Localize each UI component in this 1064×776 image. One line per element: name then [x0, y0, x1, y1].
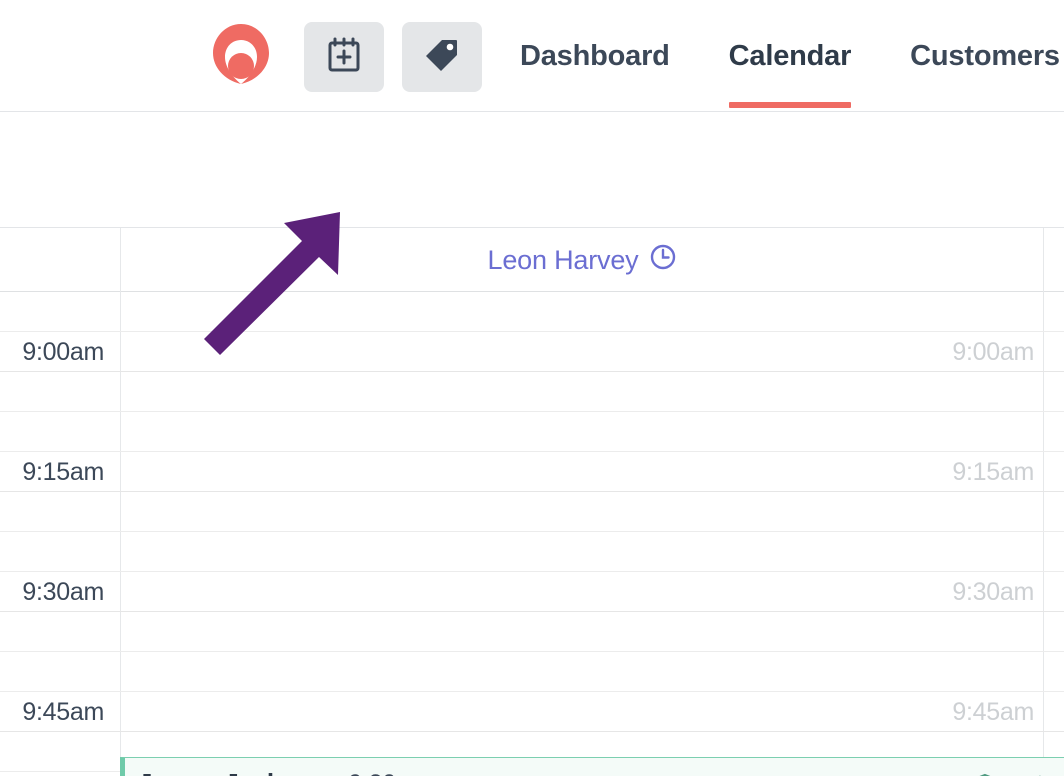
- quick-sale-button[interactable]: [402, 22, 482, 92]
- time-label-left: [0, 492, 104, 532]
- checkmark-icon[interactable]: [1010, 772, 1044, 776]
- time-label-right: [820, 652, 1034, 692]
- time-label-right: [820, 412, 1034, 452]
- new-appointment-icon: [327, 37, 361, 78]
- time-label-right: 9:00am: [952, 337, 1034, 366]
- time-label-left: [0, 292, 104, 332]
- time-slot-row[interactable]: [0, 652, 1064, 692]
- time-slot-row[interactable]: 9:15am 9:15am: [0, 452, 1064, 492]
- time-label-left: [0, 732, 104, 772]
- calendar-column-header: Leon Harvey: [0, 228, 1064, 292]
- time-slot-row[interactable]: 9:30am 9:30am: [0, 572, 1064, 612]
- time-slot-row[interactable]: 9:00am 9:00am: [0, 332, 1064, 372]
- time-slot-row[interactable]: [0, 612, 1064, 652]
- time-label-left: [0, 652, 104, 692]
- new-appointment-button[interactable]: [304, 22, 384, 92]
- staff-column-header[interactable]: Leon Harvey: [120, 228, 1044, 292]
- appointment-time: 9:30am: [348, 770, 430, 776]
- logo-droplet-icon[interactable]: [209, 22, 273, 86]
- time-slot-row[interactable]: 9:45am 9:45am: [0, 692, 1064, 732]
- calendar-toolbar: Beauty Day Spa Auckland All rostered sta…: [0, 112, 1064, 320]
- time-label-right: [820, 492, 1034, 532]
- time-slot-row[interactable]: [0, 372, 1064, 412]
- time-label-left: 9:00am: [22, 337, 104, 366]
- main-nav-tabs: Dashboard Calendar Customers: [520, 0, 1060, 112]
- tab-calendar[interactable]: Calendar: [728, 0, 851, 112]
- calendar-app-window: Dashboard Calendar Customers Beauty Day …: [0, 0, 1064, 776]
- appointment-card[interactable]: James Jackson 9:30am Mo trim (Service in…: [120, 757, 1064, 776]
- appointment-status-icons: [966, 772, 1044, 776]
- time-label-left: 9:15am: [22, 457, 104, 486]
- tab-dashboard[interactable]: Dashboard: [520, 0, 670, 112]
- time-label-left: [0, 412, 104, 452]
- time-slot-row[interactable]: [0, 492, 1064, 532]
- time-label-right: 9:30am: [952, 577, 1034, 606]
- tab-customers[interactable]: Customers: [910, 0, 1060, 112]
- time-label-left: 9:45am: [22, 697, 104, 726]
- time-label-right: [820, 292, 1034, 332]
- time-label-left: [0, 532, 104, 572]
- staff-column-name: Leon Harvey: [487, 244, 639, 275]
- top-navigation-bar: Dashboard Calendar Customers: [0, 0, 1064, 112]
- clock-icon[interactable]: [650, 244, 676, 277]
- appointment-customer-name: James Jackson: [138, 768, 327, 776]
- time-label-left: [0, 612, 104, 652]
- calendar-grid-area: Leon Harvey 9:00am 9:00am 9:15am 9:15am …: [0, 228, 1064, 776]
- time-label-right: [820, 532, 1034, 572]
- time-slot-row[interactable]: [0, 292, 1064, 332]
- time-label-right: [820, 612, 1034, 652]
- time-label-left: [0, 372, 104, 412]
- appointment-header: James Jackson 9:30am: [138, 768, 1064, 776]
- time-slot-row[interactable]: [0, 532, 1064, 572]
- time-label-right: [820, 372, 1034, 412]
- time-label-left: 9:30am: [22, 577, 104, 606]
- time-slot-row[interactable]: [0, 412, 1064, 452]
- product-boxes-icon[interactable]: [966, 772, 1000, 776]
- tag-icon: [425, 38, 459, 77]
- time-label-right: 9:45am: [952, 697, 1034, 726]
- time-label-right: 9:15am: [952, 457, 1034, 486]
- time-slot-grid: 9:00am 9:00am 9:15am 9:15am 9:30am 9:30a…: [0, 292, 1064, 776]
